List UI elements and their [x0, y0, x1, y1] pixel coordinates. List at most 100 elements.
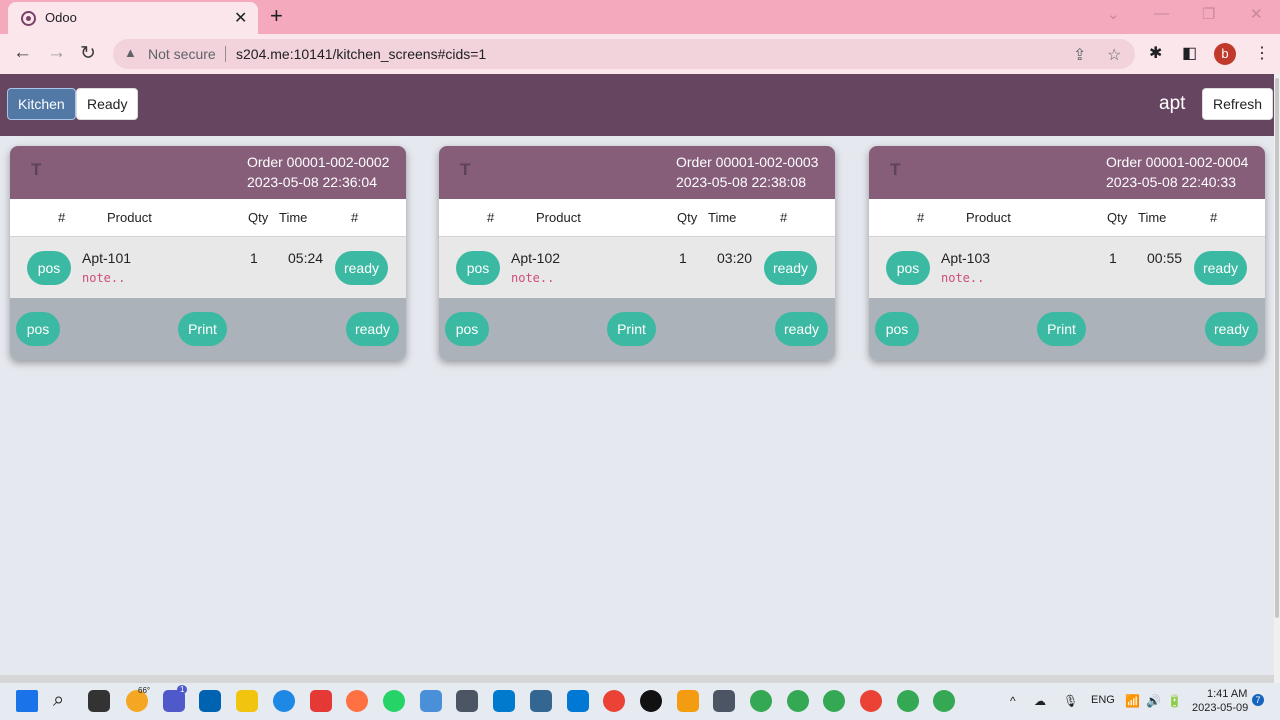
line-pos-button[interactable]: pos [456, 251, 500, 285]
col-hash-action: # [780, 210, 788, 225]
ready-button[interactable]: Ready [76, 88, 139, 120]
footer-pos-button[interactable]: pos [445, 312, 489, 346]
back-icon[interactable]: ← [13, 42, 32, 64]
line-ready-button[interactable]: ready [764, 251, 817, 285]
chrome-profile-icon[interactable] [823, 690, 845, 712]
col-qty: Qty [677, 210, 698, 225]
cloud-app-icon[interactable] [420, 690, 442, 712]
clock-date[interactable]: 2023-05-09 [1192, 702, 1248, 714]
refresh-button[interactable]: Refresh [1202, 88, 1274, 120]
chrome-profile-icon[interactable] [860, 690, 882, 712]
bookmark-star-icon[interactable]: ☆ [1107, 45, 1121, 65]
order-card: T Order 00001-002-0002 2023-05-08 22:36:… [10, 146, 406, 360]
minimize-icon[interactable]: — [1154, 5, 1169, 22]
tab-title: Odoo [45, 10, 77, 25]
chrome-profile-icon[interactable] [750, 690, 772, 712]
product-name: Apt-102 [511, 250, 561, 266]
close-window-icon[interactable]: ✕ [1250, 5, 1263, 23]
app-icon[interactable] [677, 690, 699, 712]
battery-icon[interactable]: 🔋 [1167, 694, 1182, 708]
store-icon[interactable] [199, 690, 221, 712]
remote-desktop-icon[interactable] [567, 690, 589, 712]
profile-avatar[interactable]: b [1214, 43, 1236, 65]
warning-icon: ▲ [124, 45, 137, 60]
line-ready-button[interactable]: ready [1194, 251, 1247, 285]
order-number: Order 00001-002-0003 [676, 154, 819, 170]
close-tab-icon[interactable]: ✕ [234, 8, 247, 28]
tab-search-icon[interactable]: ⌄ [1107, 5, 1120, 23]
product-name: Apt-101 [82, 250, 132, 266]
footer-pos-button[interactable]: pos [875, 312, 919, 346]
share-icon[interactable]: ⇪ [1073, 45, 1086, 65]
browser-tab-bar: Odoo ✕ + ⌄ — ❐ ✕ [0, 0, 1280, 34]
footer-ready-button[interactable]: ready [346, 312, 399, 346]
footer-pos-button[interactable]: pos [16, 312, 60, 346]
line-pos-button[interactable]: pos [27, 251, 71, 285]
edge-icon[interactable] [273, 690, 295, 712]
search-icon[interactable]: ⌕ [53, 689, 64, 712]
virtualbox-icon[interactable] [456, 690, 478, 712]
reload-icon[interactable]: ↻ [80, 42, 96, 65]
extensions-icon[interactable]: ✱ [1149, 43, 1162, 63]
product-note[interactable]: note.. [511, 271, 554, 285]
order-card-footer: pos Print ready [869, 298, 1265, 360]
whatsapp-icon[interactable] [383, 690, 405, 712]
microphone-icon[interactable]: 🎙 [1063, 694, 1078, 708]
product-note[interactable]: note.. [82, 271, 125, 285]
postgres-icon[interactable] [530, 690, 552, 712]
chrome-profile-icon[interactable] [897, 690, 919, 712]
firefox-icon[interactable] [346, 690, 368, 712]
side-panel-icon[interactable]: ◧ [1182, 43, 1197, 63]
line-qty: 1 [1109, 250, 1117, 266]
order-date: 2023-05-08 22:36:04 [247, 174, 377, 190]
start-menu-icon[interactable] [16, 690, 38, 712]
notification-badge[interactable]: 7 [1252, 694, 1264, 706]
footer-ready-button[interactable]: ready [1205, 312, 1258, 346]
print-button[interactable]: Print [178, 312, 227, 346]
clock-time[interactable]: 1:41 AM [1207, 688, 1247, 700]
forward-icon[interactable]: → [47, 42, 66, 64]
col-hash: # [58, 210, 66, 225]
line-pos-button[interactable]: pos [886, 251, 930, 285]
kitchen-button[interactable]: Kitchen [7, 88, 76, 120]
footer-ready-button[interactable]: ready [775, 312, 828, 346]
product-note[interactable]: note.. [941, 271, 984, 285]
column-headers: # Product Qty Time # [10, 199, 406, 237]
scrollbar-thumb[interactable] [1275, 78, 1279, 618]
browser-tab[interactable]: Odoo ✕ [8, 2, 258, 34]
order-card: T Order 00001-002-0004 2023-05-08 22:40:… [869, 146, 1265, 360]
order-number: Order 00001-002-0002 [247, 154, 390, 170]
order-card-header: T Order 00001-002-0004 2023-05-08 22:40:… [869, 146, 1265, 199]
vscode-icon[interactable] [493, 690, 515, 712]
line-timer: 00:55 [1147, 250, 1183, 266]
print-button[interactable]: Print [1037, 312, 1086, 346]
col-hash-action: # [1210, 210, 1218, 225]
order-date: 2023-05-08 22:38:08 [676, 174, 806, 190]
recorder-icon[interactable] [640, 690, 662, 712]
new-tab-button[interactable]: + [270, 3, 283, 29]
onedrive-icon[interactable]: ☁ [1034, 694, 1046, 708]
restore-icon[interactable]: ❐ [1202, 5, 1215, 23]
line-ready-button[interactable]: ready [335, 251, 388, 285]
print-button[interactable]: Print [607, 312, 656, 346]
youtube-icon[interactable] [310, 690, 332, 712]
weather-temp: 66° [138, 686, 151, 695]
address-bar[interactable]: ▲ Not secure s204.me:10141/kitchen_scree… [113, 39, 1135, 69]
volume-icon[interactable]: 🔊 [1146, 694, 1161, 708]
virtualbox-vm-icon[interactable] [713, 690, 735, 712]
task-view-icon[interactable] [88, 690, 110, 712]
tray-chevron-icon[interactable]: ^ [1010, 694, 1016, 708]
chrome-icon[interactable] [603, 690, 625, 712]
chrome-profile-icon[interactable] [933, 690, 955, 712]
file-explorer-icon[interactable] [236, 690, 258, 712]
url-text[interactable]: s204.me:10141/kitchen_screens#cids=1 [236, 46, 486, 62]
col-time: Time [279, 210, 308, 225]
menu-kebab-icon[interactable]: ⋮ [1254, 43, 1270, 63]
language-indicator[interactable]: ENG [1091, 694, 1115, 706]
order-number: Order 00001-002-0004 [1106, 154, 1249, 170]
vertical-scrollbar[interactable] [1274, 74, 1280, 686]
horizontal-scrollbar[interactable] [0, 675, 1274, 683]
chrome-profile-icon[interactable] [787, 690, 809, 712]
wifi-icon[interactable]: 📶 [1125, 694, 1140, 708]
security-label[interactable]: Not secure [148, 46, 216, 62]
